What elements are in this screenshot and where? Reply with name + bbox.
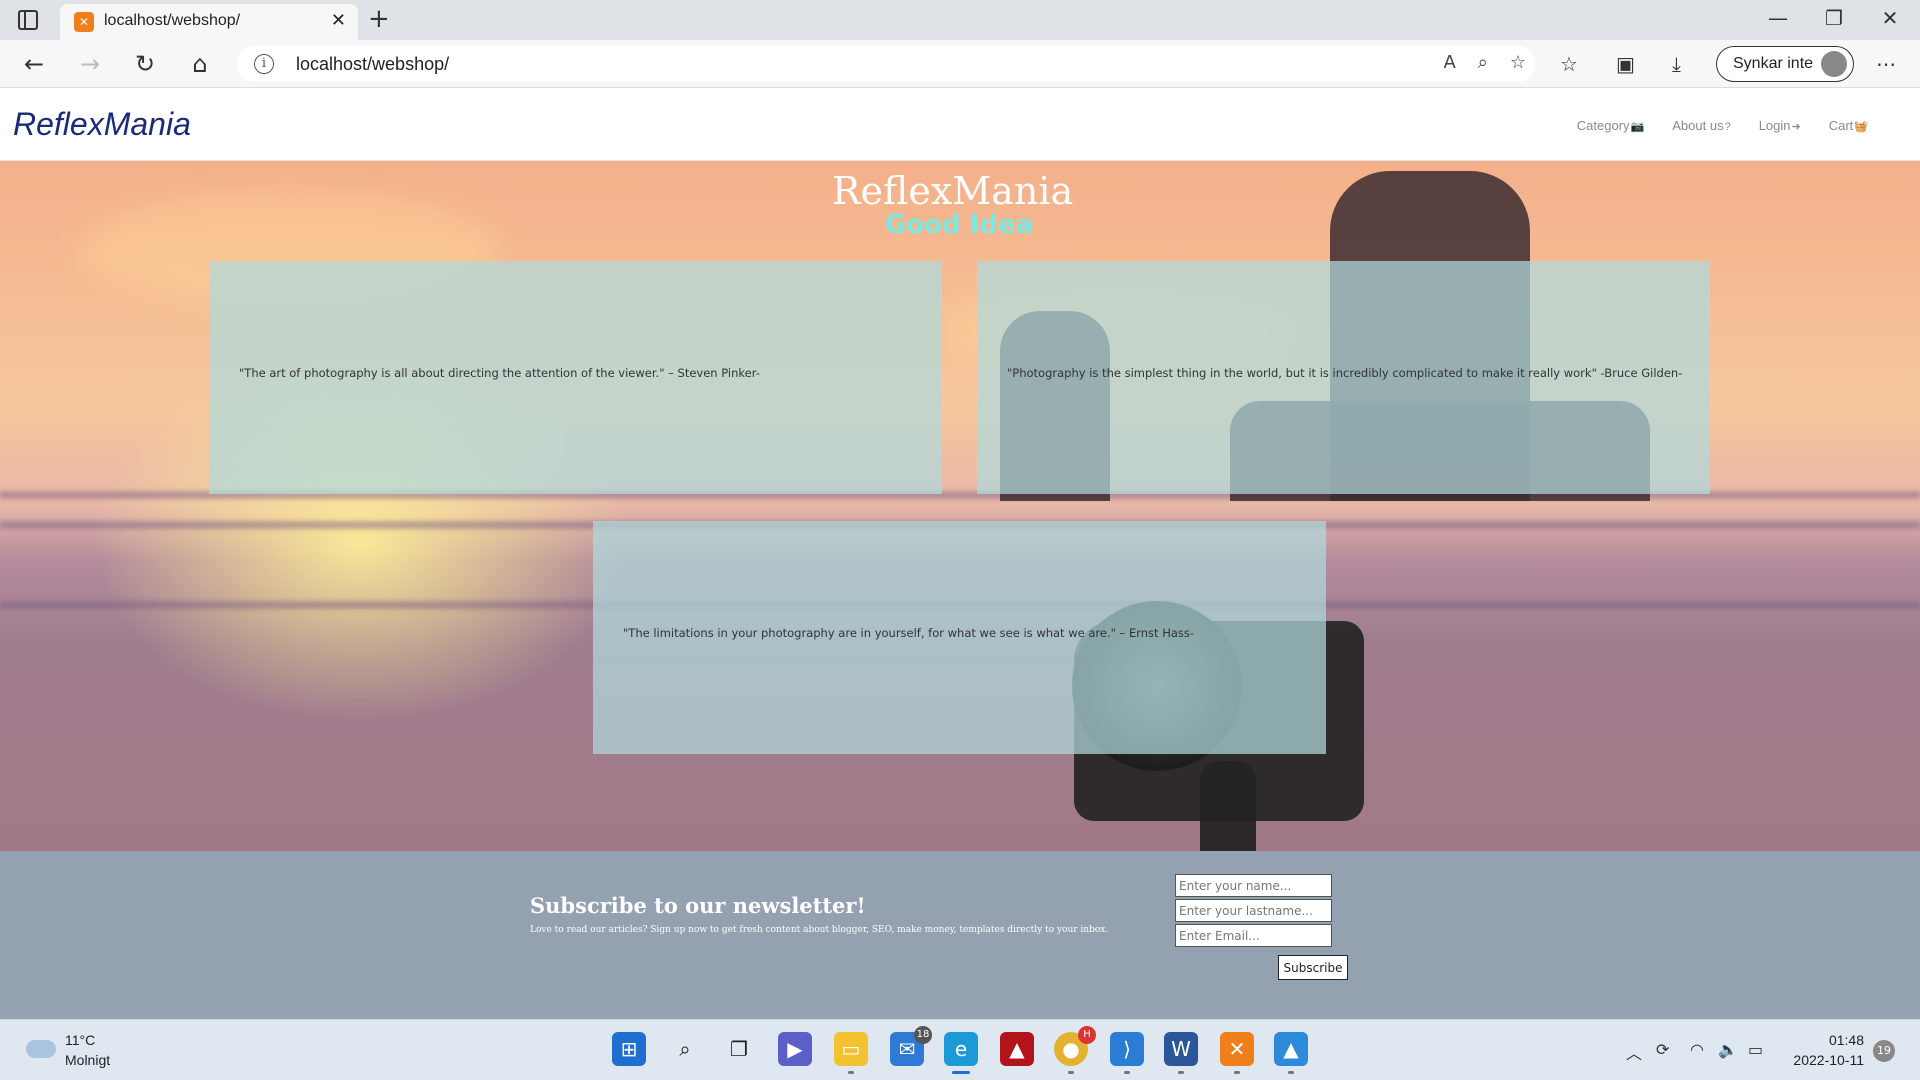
minimize-icon[interactable]: — bbox=[1758, 6, 1798, 30]
newsletter-section: Subscribe to our newsletter! Love to rea… bbox=[0, 851, 1920, 1019]
close-tab-icon[interactable]: ✕ bbox=[331, 10, 346, 31]
browser-toolbar: ← → ↻ ⌂ i localhost/webshop/ A ⌕ ☆ ☆ ▣ ⤓… bbox=[0, 40, 1920, 88]
xampp-icon[interactable]: ✕ bbox=[1220, 1032, 1254, 1066]
clock-time[interactable]: 01:48 bbox=[1822, 1032, 1864, 1048]
home-icon[interactable]: ⌂ bbox=[184, 48, 216, 80]
quote-text: "The art of photography is all about dir… bbox=[239, 366, 760, 380]
browser-tab[interactable]: ✕ localhost/webshop/ ✕ bbox=[60, 4, 358, 40]
subscribe-button[interactable]: Subscribe bbox=[1278, 955, 1348, 980]
nav-links: Category📷 About us? Login➜ Cart🧺 bbox=[1577, 118, 1868, 133]
vscode-icon[interactable]: ⟩ bbox=[1110, 1032, 1144, 1066]
site-navbar: ReflexMania Category📷 About us? Login➜ C… bbox=[0, 88, 1920, 161]
refresh-icon[interactable]: ↻ bbox=[129, 48, 161, 80]
brand-logo[interactable]: ReflexMania bbox=[13, 106, 191, 143]
tab-title: localhost/webshop/ bbox=[104, 12, 241, 29]
tab-actions-icon[interactable] bbox=[18, 10, 38, 30]
nav-cart[interactable]: Cart🧺 bbox=[1829, 118, 1868, 133]
new-tab-icon[interactable]: + bbox=[368, 4, 390, 34]
hero-section: ReflexMania Good Idea "The art of photog… bbox=[0, 161, 1920, 851]
photos-icon[interactable]: ▲ bbox=[1274, 1032, 1308, 1066]
xampp-favicon-icon: ✕ bbox=[74, 12, 94, 32]
zoom-icon[interactable]: ⌕ bbox=[1478, 52, 1488, 73]
nav-label: Login bbox=[1758, 118, 1791, 133]
address-bar[interactable]: i localhost/webshop/ A ⌕ ☆ bbox=[236, 46, 1536, 82]
collections-icon[interactable]: ▣ bbox=[1616, 52, 1635, 76]
nav-about-us[interactable]: About us? bbox=[1672, 118, 1730, 133]
running-indicator bbox=[1068, 1071, 1074, 1074]
running-indicator bbox=[1178, 1071, 1184, 1074]
favorites-icon[interactable]: ☆ bbox=[1560, 52, 1578, 76]
chevron-up-icon[interactable]: ︿ bbox=[1626, 1040, 1642, 1064]
app-red-icon[interactable]: ▲ bbox=[1000, 1032, 1034, 1066]
question-icon: ? bbox=[1724, 121, 1731, 133]
nav-login[interactable]: Login➜ bbox=[1759, 118, 1801, 133]
chat-icon[interactable]: ▶ bbox=[778, 1032, 812, 1066]
newsletter-title: Subscribe to our newsletter! bbox=[530, 893, 866, 918]
forward-icon[interactable]: → bbox=[74, 48, 106, 80]
chrome-badge: H bbox=[1078, 1026, 1096, 1044]
wifi-icon[interactable]: ◠ bbox=[1690, 1040, 1704, 1059]
sync-label: Synkar inte bbox=[1733, 55, 1814, 72]
quote-text: "Photography is the simplest thing in th… bbox=[1007, 366, 1683, 380]
cloud-icon[interactable] bbox=[26, 1040, 56, 1058]
restore-icon[interactable]: ❐ bbox=[1814, 6, 1854, 30]
task-view-icon[interactable]: ❐ bbox=[722, 1032, 756, 1066]
running-indicator bbox=[1288, 1071, 1294, 1074]
edge-icon[interactable]: e bbox=[944, 1032, 978, 1066]
basket-icon: 🧺 bbox=[1854, 121, 1868, 133]
more-menu-icon[interactable]: ⋯ bbox=[1876, 52, 1896, 76]
chrome-icon[interactable]: ● H bbox=[1054, 1026, 1096, 1066]
avatar bbox=[1821, 51, 1847, 77]
weather-description[interactable]: Molnigt bbox=[65, 1052, 110, 1068]
quote-card: "The art of photography is all about dir… bbox=[209, 261, 942, 494]
window-close-icon[interactable]: ✕ bbox=[1870, 6, 1910, 30]
address-bar-icons: A ⌕ ☆ bbox=[1443, 52, 1526, 73]
address-text[interactable]: localhost/webshop/ bbox=[296, 54, 449, 75]
sync-icon[interactable]: ⟳ bbox=[1656, 1040, 1669, 1059]
file-explorer-icon[interactable]: ▭ bbox=[834, 1032, 868, 1066]
nav-label: Cart bbox=[1828, 118, 1854, 133]
nav-label: About us bbox=[1672, 118, 1724, 133]
search-icon[interactable]: ⌕ bbox=[668, 1032, 702, 1066]
camera-icon: 📷 bbox=[1630, 121, 1645, 133]
newsletter-text: Love to read our articles? Sign up now t… bbox=[530, 925, 1109, 935]
running-indicator bbox=[1124, 1071, 1130, 1074]
nav-label: Category bbox=[1576, 118, 1630, 133]
mail-icon[interactable]: ✉ 18 bbox=[890, 1026, 932, 1066]
lastname-field[interactable] bbox=[1175, 899, 1332, 922]
clock-date[interactable]: 2022-10-11 bbox=[1790, 1052, 1864, 1068]
login-icon: ➜ bbox=[1791, 121, 1801, 133]
hero-subtitle: Good Idea bbox=[884, 210, 1034, 240]
site-info-icon[interactable]: i bbox=[254, 54, 274, 74]
battery-icon[interactable]: ▭ bbox=[1748, 1040, 1763, 1059]
quote-text: "The limitations in your photography are… bbox=[623, 626, 1195, 640]
windows-taskbar: 11°C Molnigt ⊞ ⌕ ❐ ▶ ▭ ✉ 18 e ▲ ● H ⟩ W ✕ … bbox=[0, 1019, 1920, 1080]
word-icon[interactable]: W bbox=[1164, 1032, 1198, 1066]
name-field[interactable] bbox=[1175, 874, 1332, 897]
profile-sync-button[interactable]: Synkar inte bbox=[1716, 46, 1854, 82]
nav-category[interactable]: Category📷 bbox=[1577, 118, 1644, 133]
mail-badge: 18 bbox=[914, 1026, 932, 1044]
weather-temperature[interactable]: 11°C bbox=[65, 1032, 95, 1048]
browser-tab-bar: ✕ localhost/webshop/ ✕ + — ❐ ✕ bbox=[0, 0, 1920, 40]
active-indicator bbox=[952, 1071, 970, 1074]
quote-card: "Photography is the simplest thing in th… bbox=[977, 261, 1710, 494]
read-aloud-icon[interactable]: A bbox=[1443, 52, 1455, 73]
downloads-icon[interactable]: ⤓ bbox=[1672, 52, 1681, 76]
notification-badge[interactable]: 19 bbox=[1873, 1040, 1895, 1062]
volume-icon[interactable]: 🔈 bbox=[1718, 1040, 1738, 1059]
email-field[interactable] bbox=[1175, 924, 1332, 947]
quote-card: "The limitations in your photography are… bbox=[593, 521, 1326, 754]
hero-title: ReflexMania bbox=[831, 169, 1074, 213]
running-indicator bbox=[1234, 1071, 1240, 1074]
start-icon[interactable]: ⊞ bbox=[612, 1032, 646, 1066]
running-indicator bbox=[848, 1071, 854, 1074]
back-icon[interactable]: ← bbox=[18, 48, 50, 80]
add-favorite-icon[interactable]: ☆ bbox=[1510, 52, 1526, 73]
